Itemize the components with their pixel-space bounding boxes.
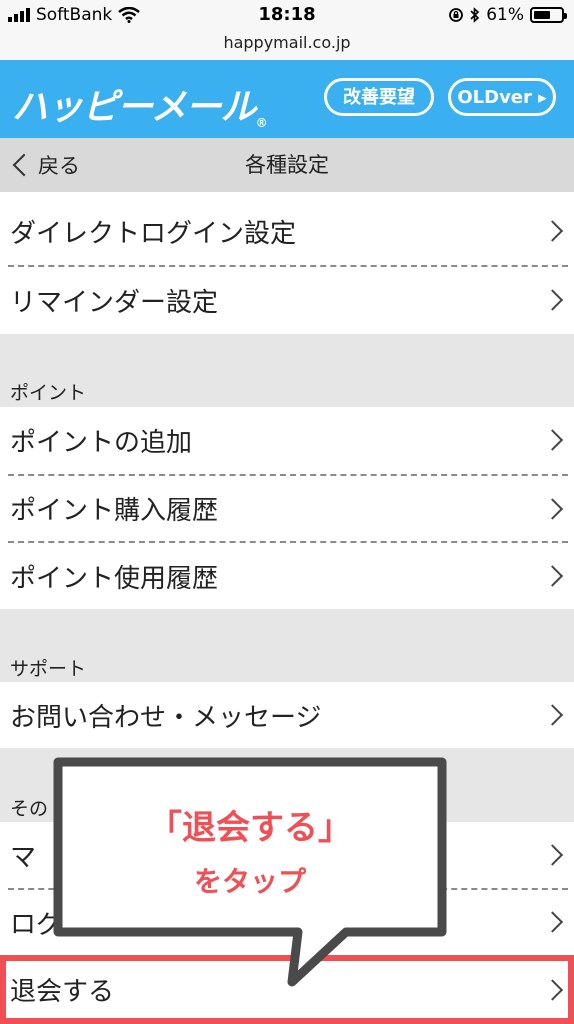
menu-item-label: ポイントの追加 bbox=[10, 427, 193, 458]
battery-icon bbox=[530, 7, 567, 23]
page-title: 各種設定 bbox=[245, 153, 329, 177]
section-header-points: ポイント bbox=[0, 334, 574, 407]
menu-item-label: お問い合わせ・メッセージ bbox=[10, 702, 322, 733]
orientation-lock-icon bbox=[449, 8, 464, 22]
menu-item-label: ログ bbox=[10, 909, 63, 940]
app-header: ハッピーメール® 改善要望 OLDver ▶ bbox=[0, 60, 574, 138]
happymail-logo[interactable]: ハッピーメール® bbox=[12, 78, 268, 130]
menu-item-label: ダイレクトログイン設定 bbox=[10, 218, 297, 249]
old-version-label: OLDver bbox=[457, 87, 532, 108]
chevron-right-icon bbox=[541, 497, 564, 520]
back-button[interactable]: 戻る bbox=[8, 138, 80, 192]
old-version-button[interactable]: OLDver ▶ bbox=[448, 78, 556, 116]
logo-text: ハッピーメール bbox=[12, 87, 257, 128]
play-arrow-icon: ▶ bbox=[538, 91, 547, 105]
section-header-support: サポート bbox=[0, 609, 574, 682]
back-label: 戻る bbox=[38, 154, 80, 178]
status-right: 61% bbox=[448, 5, 567, 25]
menu-item-add-points[interactable]: ポイントの追加 bbox=[0, 407, 574, 473]
battery-percent: 61% bbox=[486, 5, 524, 25]
menu-item-contact-messages[interactable]: お問い合わせ・メッセージ bbox=[0, 682, 574, 748]
menu-item-point-purchase-history[interactable]: ポイント購入履歴 bbox=[0, 476, 574, 541]
registered-mark: ® bbox=[255, 116, 268, 130]
menu-item-label: リマインダー設定 bbox=[10, 287, 219, 318]
chevron-right-icon bbox=[541, 289, 564, 311]
status-bar: SoftBank 18:18 61% bbox=[0, 0, 574, 30]
annotation-line-2: をタップ bbox=[193, 865, 306, 898]
chevron-right-icon bbox=[541, 220, 564, 242]
menu-item-reminder[interactable]: リマインダー設定 bbox=[0, 267, 574, 333]
section-title: サポート bbox=[10, 658, 87, 680]
chevron-right-icon bbox=[541, 565, 564, 587]
menu-item-direct-login[interactable]: ダイレクトログイン設定 bbox=[0, 198, 574, 264]
url-bar[interactable]: happymail.co.jp bbox=[0, 30, 574, 60]
menu-item-point-usage-history[interactable]: ポイント使用履歴 bbox=[0, 543, 574, 609]
chevron-right-icon bbox=[541, 429, 564, 451]
annotation-line-1: 「退会する」 bbox=[148, 808, 352, 848]
menu-item-label: ポイント使用履歴 bbox=[10, 563, 219, 594]
chevron-left-icon bbox=[12, 153, 36, 177]
menu-item-label: ポイント購入履歴 bbox=[10, 496, 219, 526]
chevron-right-icon bbox=[541, 911, 564, 933]
chevron-right-icon bbox=[541, 704, 564, 726]
section-title: その bbox=[10, 798, 49, 820]
improvement-request-button[interactable]: 改善要望 bbox=[324, 78, 434, 116]
nav-bar: 各種設定 戻る bbox=[0, 138, 574, 192]
menu-item-label: マ bbox=[10, 842, 37, 873]
chevron-right-icon bbox=[541, 844, 564, 866]
withdraw-highlight-frame bbox=[0, 955, 574, 1024]
bluetooth-icon bbox=[470, 7, 480, 23]
section-title: ポイント bbox=[10, 382, 87, 404]
